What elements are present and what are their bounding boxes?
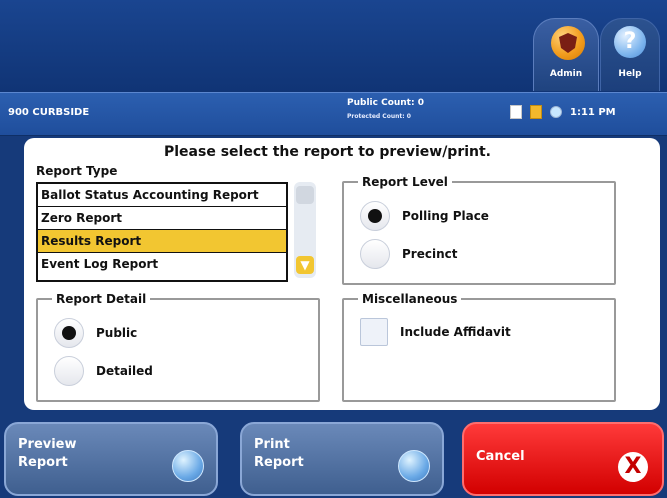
radio-button[interactable] (360, 201, 390, 231)
location-label: 900 CURBSIDE (8, 107, 90, 118)
print-line-2: Report (254, 455, 304, 470)
radio-label: Polling Place (402, 209, 489, 223)
report-type-item[interactable]: Results Report (38, 230, 286, 253)
scroll-down-button[interactable]: ▼ (296, 256, 314, 274)
radio-label: Public (96, 326, 138, 340)
report-type-item[interactable]: Ballot Status Accounting Report (38, 184, 286, 207)
network-icon (550, 106, 562, 118)
cancel-label: Cancel (476, 449, 525, 464)
top-bar: Admin ? Help (0, 0, 667, 92)
report-type-list: Ballot Status Accounting Report Zero Rep… (36, 182, 288, 282)
time-label: 1:11 PM (570, 106, 616, 118)
document-icon (510, 105, 522, 119)
report-detail-group: Report Detail Public Detailed (36, 292, 320, 402)
report-detail-legend: Report Detail (52, 292, 151, 306)
print-button-text: Print Report (254, 436, 304, 472)
save-icon (530, 105, 542, 119)
misc-legend: Miscellaneous (358, 292, 462, 306)
radio-label: Precinct (402, 247, 458, 261)
radio-button[interactable] (54, 356, 84, 386)
cancel-button[interactable]: Cancel X (462, 422, 664, 496)
protected-count: Protected Count: 0 (347, 113, 411, 120)
report-level-legend: Report Level (358, 175, 452, 189)
panel-heading: Please select the report to preview/prin… (164, 144, 492, 160)
preview-line-1: Preview (18, 437, 77, 452)
report-type-item[interactable]: Zero Report (38, 207, 286, 230)
preview-line-2: Report (18, 455, 68, 470)
help-label: Help (618, 69, 642, 79)
counts: Public Count: 0 Protected Count: 0 (347, 97, 424, 123)
report-level-option-polling[interactable]: Polling Place (360, 201, 489, 231)
include-affidavit-label: Include Affidavit (400, 325, 511, 339)
radio-label: Detailed (96, 364, 153, 378)
admin-tab[interactable]: Admin (533, 18, 599, 91)
report-panel: Please select the report to preview/prin… (24, 138, 660, 410)
print-icon (398, 450, 430, 482)
list-scrollbar[interactable]: ▼ (294, 182, 316, 278)
include-affidavit-checkbox[interactable] (360, 318, 388, 346)
shield-icon (551, 26, 585, 60)
status-bar: 900 CURBSIDE Public Count: 0 Protected C… (0, 92, 667, 136)
report-level-option-precinct[interactable]: Precinct (360, 239, 457, 269)
admin-label: Admin (549, 69, 583, 79)
close-icon: X (618, 452, 648, 482)
report-type-label: Report Type (36, 164, 118, 178)
report-level-group: Report Level Polling Place Precinct (342, 175, 616, 285)
help-tab[interactable]: ? Help (600, 18, 660, 91)
radio-button[interactable] (54, 318, 84, 348)
radio-button[interactable] (360, 239, 390, 269)
include-affidavit-option[interactable]: Include Affidavit (360, 318, 511, 346)
report-type-item[interactable]: Event Log Report (38, 253, 286, 276)
public-count: Public Count: 0 (347, 98, 424, 108)
print-report-button[interactable]: Print Report (240, 422, 444, 496)
status-icons: 1:11 PM (510, 105, 616, 119)
report-detail-option-public[interactable]: Public (54, 318, 137, 348)
misc-group: Miscellaneous Include Affidavit (342, 292, 616, 402)
print-line-1: Print (254, 437, 290, 452)
preview-icon (172, 450, 204, 482)
preview-report-button[interactable]: Preview Report (4, 422, 218, 496)
scroll-up-button[interactable] (296, 186, 314, 204)
question-icon: ? (614, 26, 646, 58)
report-detail-option-detailed[interactable]: Detailed (54, 356, 153, 386)
preview-button-text: Preview Report (18, 436, 77, 472)
